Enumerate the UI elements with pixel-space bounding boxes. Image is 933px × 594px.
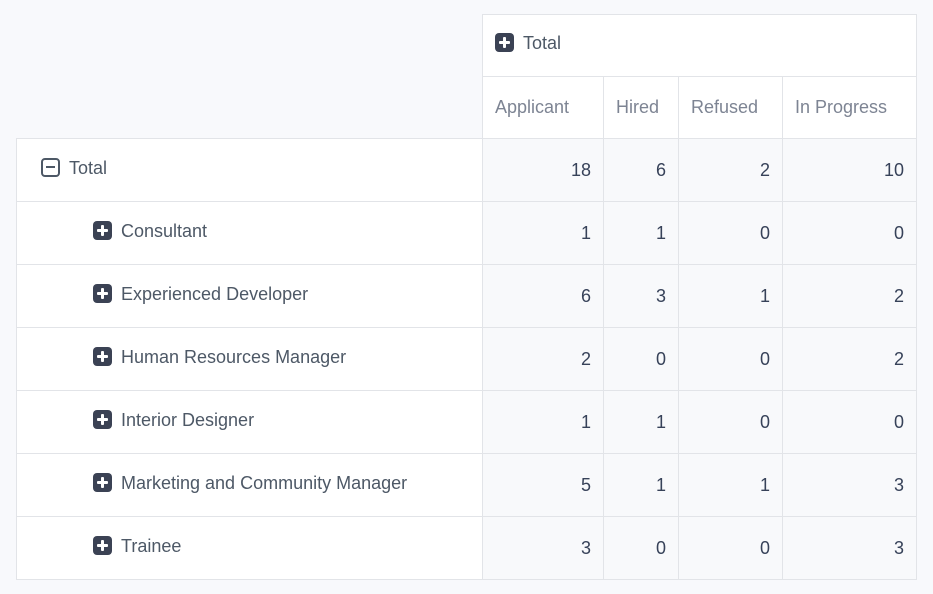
- pivot-value-cell[interactable]: 1: [604, 202, 679, 265]
- pivot-value-cell[interactable]: 0: [679, 517, 783, 580]
- table-row: Experienced Developer 6 3 1 2: [17, 265, 917, 328]
- row-header-content: Marketing and Community Manager: [93, 473, 407, 494]
- row-label: Experienced Developer: [121, 284, 308, 305]
- row-label: Marketing and Community Manager: [121, 473, 407, 494]
- plus-square-icon[interactable]: [93, 473, 112, 492]
- measure-header-in-progress[interactable]: In Progress: [783, 77, 917, 139]
- pivot-value-cell[interactable]: 6: [604, 139, 679, 202]
- table-row: Interior Designer 1 1 0 0: [17, 391, 917, 454]
- pivot-value-cell[interactable]: 2: [783, 265, 917, 328]
- pivot-value-cell[interactable]: 0: [679, 328, 783, 391]
- row-header[interactable]: Total: [17, 139, 483, 202]
- row-label: Consultant: [121, 221, 207, 242]
- pivot-value-cell[interactable]: 1: [679, 454, 783, 517]
- row-label: Interior Designer: [121, 410, 254, 431]
- row-label: Total: [69, 158, 107, 179]
- row-header-content: Trainee: [93, 536, 181, 557]
- pivot-value-cell[interactable]: 1: [483, 202, 604, 265]
- measure-header-hired[interactable]: Hired: [604, 77, 679, 139]
- row-header-content: Total: [41, 158, 107, 179]
- plus-square-icon[interactable]: [93, 410, 112, 429]
- plus-square-icon[interactable]: [495, 33, 514, 52]
- row-header-content: Consultant: [93, 221, 207, 242]
- pivot-value-cell[interactable]: 1: [604, 391, 679, 454]
- pivot-value-cell[interactable]: 0: [679, 391, 783, 454]
- plus-square-icon[interactable]: [93, 347, 112, 366]
- row-label: Trainee: [121, 536, 181, 557]
- row-header[interactable]: Human Resources Manager: [17, 328, 483, 391]
- measure-header-row: Applicant Hired Refused In Progress: [17, 77, 917, 139]
- pivot-table: Total Applicant Hired Refused In Progres…: [16, 14, 917, 580]
- plus-square-icon[interactable]: [93, 284, 112, 303]
- pivot-value-cell[interactable]: 0: [783, 391, 917, 454]
- corner-cell: [17, 15, 483, 77]
- pivot-value-cell[interactable]: 3: [604, 265, 679, 328]
- column-group-label: Total: [523, 33, 561, 54]
- table-row: Marketing and Community Manager 5 1 1 3: [17, 454, 917, 517]
- pivot-value-cell[interactable]: 5: [483, 454, 604, 517]
- table-row: Consultant 1 1 0 0: [17, 202, 917, 265]
- pivot-value-cell[interactable]: 2: [483, 328, 604, 391]
- pivot-value-cell[interactable]: 18: [483, 139, 604, 202]
- pivot-view: Total Applicant Hired Refused In Progres…: [16, 14, 917, 580]
- pivot-value-cell[interactable]: 0: [604, 328, 679, 391]
- column-group-content: Total: [495, 33, 561, 54]
- measure-header-refused[interactable]: Refused: [679, 77, 783, 139]
- pivot-value-cell[interactable]: 0: [679, 202, 783, 265]
- pivot-value-cell[interactable]: 2: [679, 139, 783, 202]
- pivot-value-cell[interactable]: 3: [783, 454, 917, 517]
- pivot-value-cell[interactable]: 1: [679, 265, 783, 328]
- pivot-value-cell[interactable]: 1: [604, 454, 679, 517]
- row-header[interactable]: Experienced Developer: [17, 265, 483, 328]
- minus-square-icon[interactable]: [41, 158, 60, 177]
- pivot-value-cell[interactable]: 6: [483, 265, 604, 328]
- pivot-body: Total 18 6 2 10 Consultant 1 1 0 0 Exper…: [17, 139, 917, 580]
- plus-square-icon[interactable]: [93, 536, 112, 555]
- pivot-value-cell[interactable]: 3: [483, 517, 604, 580]
- corner-cell: [17, 77, 483, 139]
- pivot-value-cell[interactable]: 0: [604, 517, 679, 580]
- row-label: Human Resources Manager: [121, 347, 346, 368]
- row-header[interactable]: Trainee: [17, 517, 483, 580]
- pivot-value-cell[interactable]: 1: [483, 391, 604, 454]
- pivot-value-cell[interactable]: 10: [783, 139, 917, 202]
- row-header-content: Interior Designer: [93, 410, 254, 431]
- row-header-content: Experienced Developer: [93, 284, 308, 305]
- row-header[interactable]: Marketing and Community Manager: [17, 454, 483, 517]
- row-header[interactable]: Consultant: [17, 202, 483, 265]
- pivot-value-cell[interactable]: 0: [783, 202, 917, 265]
- pivot-header: Total Applicant Hired Refused In Progres…: [17, 15, 917, 139]
- table-row: Total 18 6 2 10: [17, 139, 917, 202]
- table-row: Human Resources Manager 2 0 0 2: [17, 328, 917, 391]
- pivot-value-cell[interactable]: 2: [783, 328, 917, 391]
- measure-header-applicant[interactable]: Applicant: [483, 77, 604, 139]
- pivot-value-cell[interactable]: 3: [783, 517, 917, 580]
- table-row: Trainee 3 0 0 3: [17, 517, 917, 580]
- plus-square-icon[interactable]: [93, 221, 112, 240]
- column-group-header-total[interactable]: Total: [483, 15, 917, 77]
- column-group-row: Total: [17, 15, 917, 77]
- row-header[interactable]: Interior Designer: [17, 391, 483, 454]
- row-header-content: Human Resources Manager: [93, 347, 346, 368]
